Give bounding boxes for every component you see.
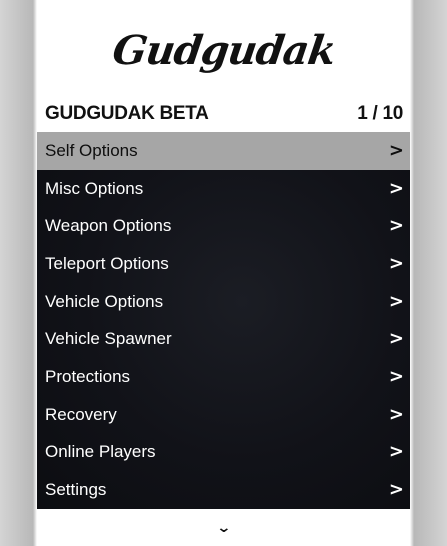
menu-footer: ⌄ bbox=[37, 509, 410, 546]
logo: Gudgudak bbox=[109, 27, 338, 74]
chevron-right-icon: > bbox=[388, 403, 404, 425]
menu-item-label: Online Players bbox=[45, 442, 156, 462]
chevron-right-icon: > bbox=[388, 139, 404, 161]
item-counter: 1 / 10 bbox=[357, 103, 403, 124]
menu-item-label: Vehicle Options bbox=[45, 291, 164, 311]
trainer-menu: Gudgudak GUDGUDAK BETA 1 / 10 Self Optio… bbox=[37, 0, 410, 546]
menu-item-label: Vehicle Spawner bbox=[45, 329, 172, 349]
menu-item-protections[interactable]: Protections > bbox=[37, 358, 410, 396]
menu-item-settings[interactable]: Settings > bbox=[37, 471, 410, 509]
menu-item-label: Weapon Options bbox=[45, 216, 172, 236]
chevron-down-icon[interactable]: ⌄ bbox=[216, 520, 231, 536]
menu-item-label: Recovery bbox=[45, 404, 117, 424]
menu-title: GUDGUDAK BETA bbox=[45, 103, 209, 124]
menu-item-vehicle-spawner[interactable]: Vehicle Spawner > bbox=[37, 320, 410, 358]
menu-item-recovery[interactable]: Recovery > bbox=[37, 396, 410, 434]
chevron-right-icon: > bbox=[388, 177, 404, 199]
menu-item-label: Self Options bbox=[45, 140, 138, 160]
chevron-right-icon: > bbox=[388, 479, 404, 501]
menu-items: Self Options > Misc Options > Weapon Opt… bbox=[37, 132, 410, 509]
menu-item-label: Misc Options bbox=[45, 178, 144, 198]
menu-item-vehicle-options[interactable]: Vehicle Options > bbox=[37, 283, 410, 321]
menu-item-label: Protections bbox=[45, 366, 131, 386]
menu-item-label: Settings bbox=[45, 480, 107, 500]
chevron-right-icon: > bbox=[388, 290, 404, 312]
chevron-right-icon: > bbox=[388, 215, 404, 237]
chevron-right-icon: > bbox=[388, 441, 404, 463]
menu-item-misc-options[interactable]: Misc Options > bbox=[37, 170, 410, 208]
menu-item-online-players[interactable]: Online Players > bbox=[37, 434, 410, 472]
menu-item-label: Teleport Options bbox=[45, 253, 169, 273]
menu-item-teleport-options[interactable]: Teleport Options > bbox=[37, 245, 410, 283]
menu-item-weapon-options[interactable]: Weapon Options > bbox=[37, 207, 410, 245]
chevron-right-icon: > bbox=[388, 252, 404, 274]
menu-item-self-options[interactable]: Self Options > bbox=[37, 132, 410, 170]
menu-subheader: GUDGUDAK BETA 1 / 10 bbox=[37, 96, 410, 132]
chevron-right-icon: > bbox=[388, 328, 404, 350]
header-banner: Gudgudak bbox=[37, 0, 410, 95]
chevron-right-icon: > bbox=[388, 365, 404, 387]
